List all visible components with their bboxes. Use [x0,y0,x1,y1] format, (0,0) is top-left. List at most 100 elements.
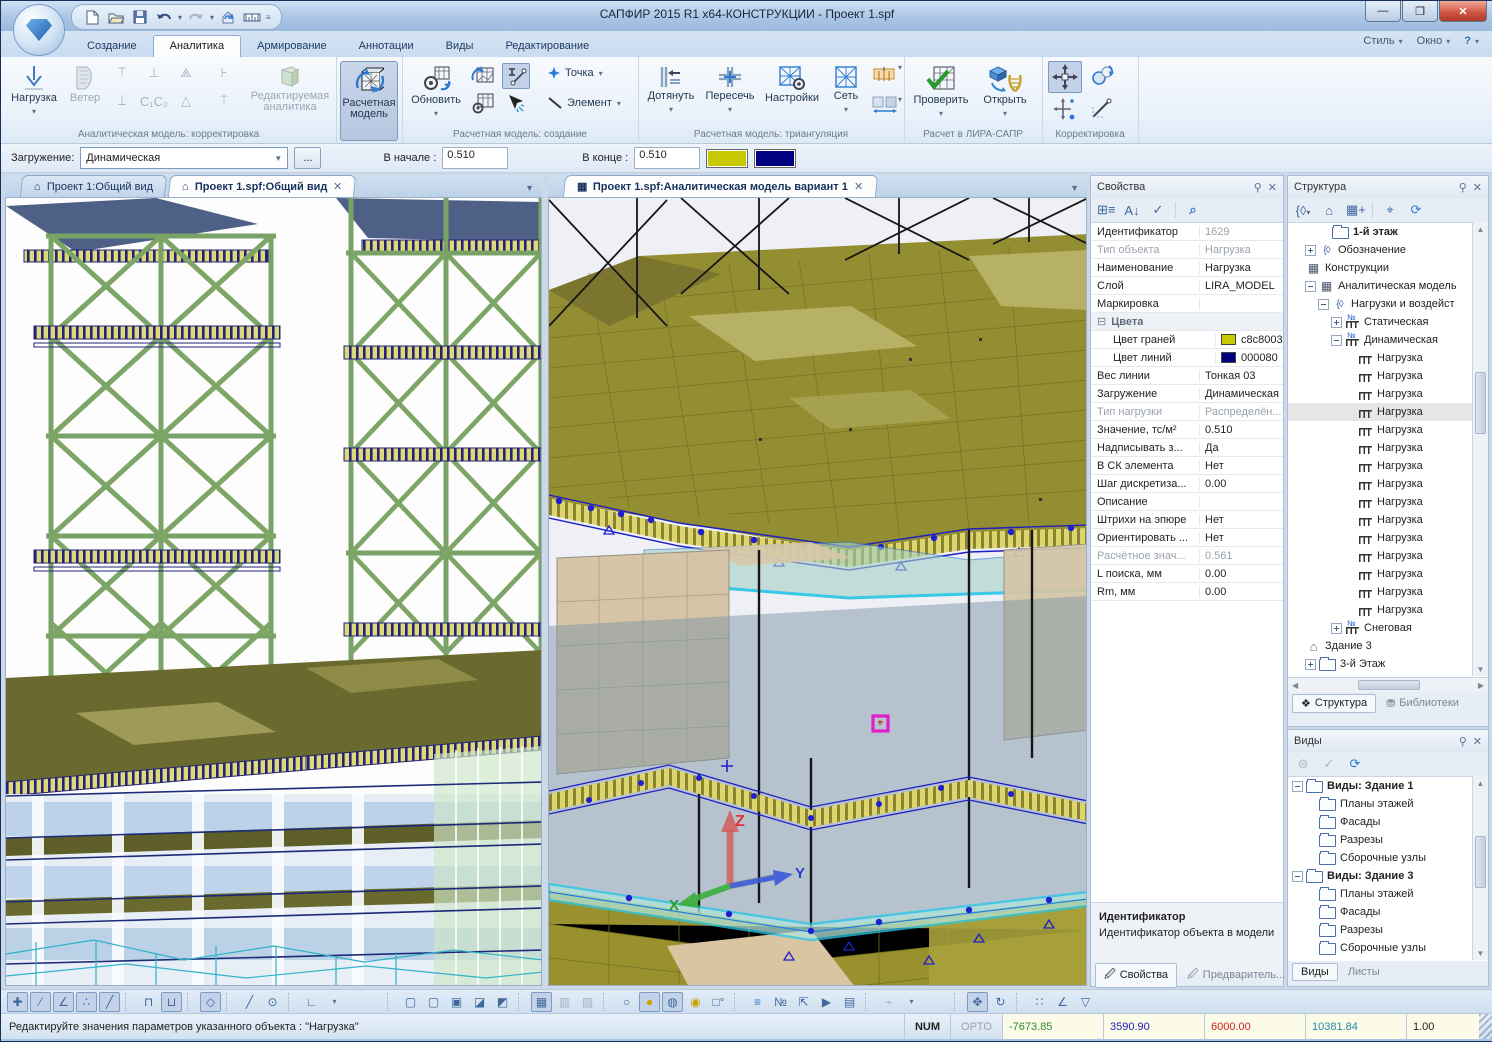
qat-customize-icon[interactable]: ≡ [266,13,271,22]
tree-item[interactable]: Фасады [1288,903,1488,921]
lock-icon[interactable]: ⊓ [138,992,159,1012]
face-color-swatch[interactable] [706,148,749,168]
tree-item[interactable]: Обозначение [1288,241,1488,259]
line-tool-icon[interactable]: ╱ [239,992,260,1012]
resize-grip[interactable] [1479,1014,1492,1039]
tree-item[interactable]: Нагрузка [1288,493,1488,511]
tab-vidy[interactable]: Виды [430,36,490,57]
tree-item[interactable]: Нагрузка [1288,529,1488,547]
expander-icon[interactable] [1292,780,1303,792]
table-filter-icon[interactable]: ▤ [839,992,860,1012]
numbering-icon[interactable]: № [770,992,791,1012]
support-pin-icon[interactable]: ⟙ [111,63,133,83]
light-off-icon[interactable]: ○ [616,992,637,1012]
property-row[interactable]: Тип объекта Нагрузка [1091,241,1283,259]
tab-redaktirovanie[interactable]: Редактирование [489,36,605,57]
dimension-snap-icon[interactable]: ⇱ [793,992,814,1012]
snap-grid-icon[interactable]: ✚ [7,991,28,1012]
property-row[interactable]: L поиска, мм 0.00 [1091,565,1283,583]
tree-item[interactable]: Нагрузка [1288,565,1488,583]
rod-element-icon[interactable] [502,63,530,89]
tree-item[interactable]: Нагрузка [1288,457,1488,475]
expander-icon[interactable] [1331,334,1342,346]
expander-icon[interactable] [1318,298,1329,310]
property-row[interactable]: Цвет граней c8c80030 [1091,331,1283,349]
save-icon[interactable] [130,7,150,27]
scale-tool-icon[interactable] [1048,95,1080,123]
line-color-swatch[interactable] [754,148,797,168]
loadcase-combo[interactable]: Динамическая ▼ [80,147,289,169]
triangulation-mode-icon[interactable]: ▾ [870,61,902,87]
view-refresh-icon[interactable]: ⟳ [1346,756,1364,772]
slope-tool-icon[interactable] [1086,95,1118,123]
undo-icon[interactable] [154,7,174,27]
tree-item[interactable]: Виды: Здание 3 [1288,867,1488,885]
help-menu[interactable]: ? ▾ [1464,35,1479,47]
restore-button[interactable]: ❐ [1402,1,1438,22]
tree-item[interactable]: Аналитическая модель [1288,277,1488,295]
expander-icon[interactable] [1292,870,1303,882]
dimension-icon[interactable] [242,7,262,27]
snap-line-icon[interactable]: ⁄ [30,991,51,1012]
tab-structure[interactable]: ❖ Структура [1292,693,1377,713]
workplane-icon[interactable]: ◇ [200,991,221,1012]
property-row[interactable]: Тип нагрузки Распределён... [1091,403,1283,421]
right-viewport[interactable]: Z X Y [548,197,1087,986]
property-row[interactable]: Загружение Динамическая [1091,385,1283,403]
display-shaded-icon[interactable]: ▣ [446,992,467,1012]
tab-list-dropdown-icon[interactable]: ▼ [525,183,542,193]
support-rod-icon[interactable]: ⊦ [213,63,235,83]
calc-model-button[interactable]: Расчетная модель [340,61,398,141]
tree-item[interactable]: Сборочные узлы [1288,939,1488,957]
gear-frame-icon[interactable] [470,91,496,115]
tree-item[interactable]: Планы этажей [1288,885,1488,903]
tree-item[interactable]: Динамическая [1288,331,1488,349]
property-row[interactable]: В СК элемента Нет [1091,457,1283,475]
display-wireframe-icon[interactable]: ▢ [400,992,421,1012]
tab-libraries[interactable]: ⛃ Библиотеки [1378,695,1467,712]
tree-item[interactable]: Планы этажей [1288,795,1488,813]
tab-properties[interactable]: 🖉 Свойства [1095,962,1178,988]
model-mesh-icon[interactable]: ▨ [577,992,598,1012]
search-icon[interactable]: ⌕ [1184,202,1202,218]
property-row[interactable]: Слой LIRA_MODEL [1091,277,1283,295]
wind-button[interactable]: Ветер [63,61,107,129]
load-button[interactable]: Нагрузка ▾ [7,61,61,129]
expander-icon[interactable] [1305,244,1316,256]
support-tri-icon[interactable]: △ [175,91,197,111]
display-settings-icon[interactable]: ◩ [492,992,513,1012]
support-fixed-icon[interactable]: ⊥ [143,63,165,83]
expander-icon[interactable] [1331,622,1342,634]
cursor-filter-icon[interactable]: ▶ [816,992,837,1012]
magic-wand-icon[interactable]: ⌁ [878,992,899,1012]
tab-armirovanie[interactable]: Армирование [241,36,343,57]
snap-diagonal-icon[interactable]: ╱ [99,991,120,1012]
minimize-button[interactable]: — [1365,1,1401,22]
tree-item[interactable]: Снеговая [1288,619,1488,637]
tab-preview[interactable]: 🖉 Предваритель... [1179,964,1293,987]
expander-icon[interactable] [1305,658,1316,670]
style-menu[interactable]: Стиль ▾ [1363,35,1402,47]
element-button[interactable]: Элемент ▾ [548,97,621,109]
window-menu[interactable]: Окно ▾ [1417,35,1451,47]
tree-item[interactable]: Здание 3 [1288,637,1488,655]
tree-item[interactable]: Нагрузка [1288,583,1488,601]
display-textured-icon[interactable]: ◪ [469,992,490,1012]
property-row[interactable]: Описание [1091,493,1283,511]
open-file-icon[interactable] [106,7,126,27]
tree-item[interactable]: Нагрузка [1288,349,1488,367]
tree-item[interactable]: Конструкции [1288,259,1488,277]
reach-button[interactable]: Дотянуть ▾ [642,61,700,129]
loadcase-more-button[interactable]: ... [294,147,322,169]
unlock-icon[interactable]: ⊔ [161,991,182,1012]
tree-item[interactable]: Нагрузки и воздейст [1288,295,1488,313]
tree-item[interactable]: Разрезы [1288,921,1488,939]
property-row[interactable]: Надписывать з... Да [1091,439,1283,457]
orbit-icon[interactable]: ↻ [990,992,1011,1012]
corner-dropdown-icon[interactable]: ▾ [324,992,345,1012]
property-row[interactable]: Цвет линий 000080 [1091,349,1283,367]
tree-item[interactable]: Нагрузка [1288,547,1488,565]
tab-annotacii[interactable]: Аннотации [343,36,430,57]
property-row[interactable]: Вес линии Тонкая 03 [1091,367,1283,385]
open-lira-button[interactable]: Открыть ▾ [974,61,1036,129]
